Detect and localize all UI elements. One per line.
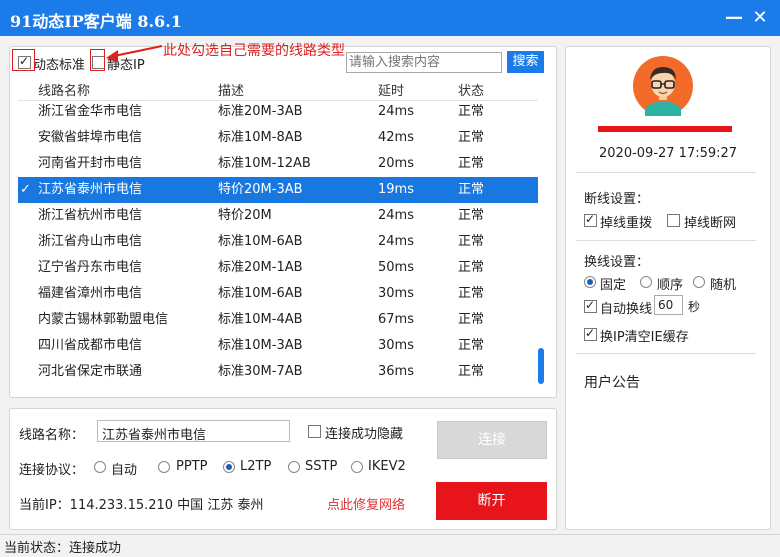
clear-cache-label: 换IP清空IE缓存 [600, 330, 689, 345]
list-scrollbar-thumb[interactable] [538, 348, 544, 384]
switch-order-label: 顺序 [657, 278, 684, 293]
switch-random-label: 随机 [710, 278, 737, 293]
drop-redial-label: 掉线重拨 [600, 216, 653, 231]
avatar [633, 56, 693, 116]
current-ip-text: 当前IP：114.233.15.210 中国 江苏 泰州 [19, 498, 264, 513]
protocol-radio-l2tp[interactable] [223, 461, 235, 473]
table-row[interactable]: 浙江省舟山市电信 标准10M-6AB 24ms 正常 [18, 229, 538, 255]
switch-order-radio[interactable] [640, 276, 652, 288]
protocol-label-ikev2: IKEV2 [368, 459, 406, 474]
minimize-button[interactable]: — [722, 6, 746, 30]
divider [576, 353, 756, 354]
protocol-radio-ikev2[interactable] [351, 461, 363, 473]
connect-button[interactable]: 连接 [437, 421, 547, 459]
auto-switch-label: 自动换线 [600, 302, 653, 317]
login-datetime: 2020-09-27 17:59:27 [599, 146, 738, 161]
protocol-label-auto: 自动 [111, 463, 138, 478]
protocol-label-sstp: SSTP [305, 459, 338, 474]
protocol-label-l2tp: L2TP [240, 459, 272, 474]
search-input[interactable] [346, 52, 502, 73]
table-row[interactable]: 浙江省金华市电信 标准20M-3AB 24ms 正常 [18, 99, 538, 125]
repair-network-link[interactable]: 点此修复网络 [327, 494, 405, 513]
dynamic-label: 动态标准 [33, 58, 86, 73]
hide-on-connect-label: 连接成功隐藏 [325, 427, 404, 442]
drop-settings-title: 断线设置： [584, 192, 650, 207]
clear-cache-checkbox[interactable] [584, 326, 597, 341]
window-title: 91动态IP客户端 8.6.1 [10, 12, 182, 31]
drop-redial-checkbox[interactable] [584, 212, 597, 227]
protocol-radio-pptp[interactable] [158, 461, 170, 473]
hide-on-connect-checkbox[interactable] [308, 425, 321, 438]
column-header-name: 线路名称 [38, 84, 91, 99]
annotation-box-dynamic [12, 49, 35, 71]
switch-random-radio[interactable] [693, 276, 705, 288]
search-button[interactable]: 搜索 [507, 51, 544, 73]
line-name-label: 线路名称： [19, 428, 85, 443]
selected-check-icon: ✓ [20, 182, 31, 197]
table-row[interactable]: 河南省开封市电信 标准10M-12AB 20ms 正常 [18, 151, 538, 177]
status-divider [0, 534, 780, 535]
switch-fixed-radio[interactable] [584, 276, 596, 288]
table-row[interactable]: 福建省漳州市电信 标准10M-6AB 30ms 正常 [18, 281, 538, 307]
title-bar: 91动态IP客户端 8.6.1 — ✕ [0, 0, 780, 36]
table-row[interactable]: 四川省成都市电信 标准10M-3AB 30ms 正常 [18, 333, 538, 359]
divider [576, 172, 756, 173]
column-header-delay: 延时 [378, 84, 405, 99]
annotation-text: 此处勾选自己需要的线路类型 [163, 43, 345, 59]
auto-switch-checkbox[interactable] [584, 298, 597, 313]
switch-fixed-label: 固定 [600, 278, 627, 293]
drop-disconnect-label: 掉线断网 [684, 216, 737, 231]
column-header-status: 状态 [458, 84, 485, 99]
disconnect-button[interactable]: 断开 [436, 482, 547, 520]
protocol-label: 连接协议： [19, 463, 85, 478]
table-row[interactable]: 浙江省杭州市电信 特价20M 24ms 正常 [18, 203, 538, 229]
notice-title: 用户公告 [584, 375, 640, 391]
table-row[interactable]: 内蒙古锡林郭勒盟电信 标准10M-4AB 67ms 正常 [18, 307, 538, 333]
table-row[interactable]: 辽宁省丹东市电信 标准20M-1AB 50ms 正常 [18, 255, 538, 281]
table-row[interactable]: 河北省保定市联通 标准30M-7AB 36ms 正常 [18, 359, 538, 385]
protocol-label-pptp: PPTP [176, 459, 208, 474]
username-redacted-bar [598, 126, 732, 132]
auto-switch-seconds-input[interactable]: 60 [654, 295, 683, 315]
table-header: 线路名称 描述 延时 状态 [18, 78, 538, 100]
annotation-arrow-icon [106, 45, 163, 62]
table-row[interactable]: 安徽省蚌埠市电信 标准10M-8AB 42ms 正常 [18, 125, 538, 151]
switch-settings-title: 换线设置： [584, 255, 650, 270]
drop-disconnect-checkbox[interactable] [667, 214, 680, 227]
line-name-field[interactable]: 江苏省泰州市电信 [97, 420, 290, 443]
protocol-radio-sstp[interactable] [288, 461, 300, 473]
close-button[interactable]: ✕ [748, 6, 772, 30]
table-row-selected[interactable]: ✓ 江苏省泰州市电信 特价20M-3AB 19ms 正常 [18, 177, 538, 203]
seconds-label: 秒 [688, 300, 701, 314]
column-header-desc: 描述 [218, 84, 245, 99]
protocol-radio-auto[interactable] [94, 461, 106, 473]
status-text: 当前状态：连接成功 [4, 541, 122, 556]
divider [576, 240, 756, 241]
